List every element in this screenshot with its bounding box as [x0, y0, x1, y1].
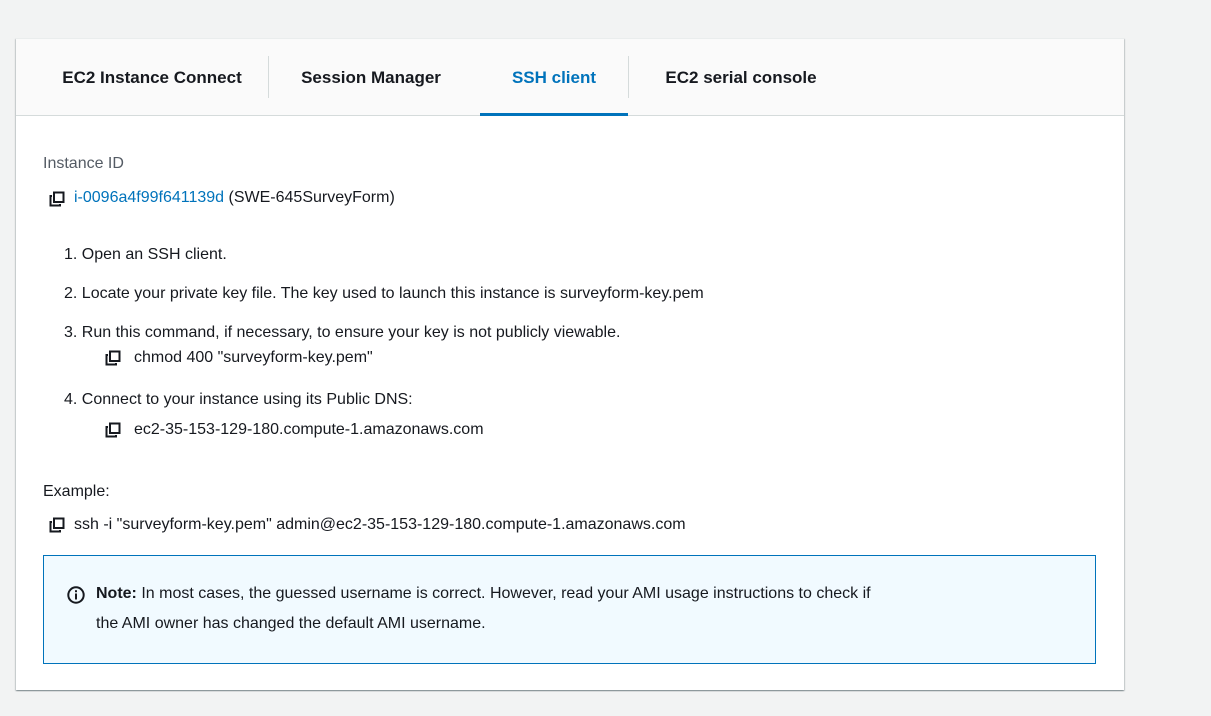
public-dns: ec2-35-153-129-180.compute-1.amazonaws.c… — [134, 421, 484, 438]
ssh-connect-panel: EC2 Instance Connect Session Manager SSH… — [16, 38, 1124, 690]
note-line-1: Note: In most cases, the guessed usernam… — [96, 584, 871, 604]
chmod-command: chmod 400 "surveyform-key.pem" — [134, 349, 373, 366]
info-icon — [67, 586, 85, 604]
tab-ec2-serial-console[interactable]: EC2 serial console — [638, 39, 844, 116]
tab-divider — [268, 56, 269, 98]
note-line-2: the AMI owner has changed the default AM… — [96, 615, 486, 632]
step-3: 3. Run this command, if necessary, to en… — [64, 324, 621, 341]
active-tab-indicator — [480, 113, 628, 116]
tab-bar: EC2 Instance Connect Session Manager SSH… — [16, 39, 1124, 116]
tab-ec2-instance-connect[interactable]: EC2 Instance Connect — [30, 39, 274, 116]
note-alert: Note: In most cases, the guessed usernam… — [43, 555, 1096, 664]
tab-label: EC2 serial console — [665, 67, 817, 87]
instance-id-row: i-0096a4f99f641139d (SWE-645SurveyForm) — [74, 188, 395, 208]
instance-id-label: Instance ID — [43, 155, 124, 172]
tab-session-manager[interactable]: Session Manager — [278, 39, 464, 116]
instance-id-link[interactable]: i-0096a4f99f641139d — [74, 189, 224, 206]
example-label: Example: — [43, 483, 110, 500]
copy-icon[interactable] — [105, 350, 121, 366]
instance-name: (SWE-645SurveyForm) — [228, 189, 395, 206]
tab-divider — [628, 56, 629, 98]
copy-icon[interactable] — [49, 517, 65, 533]
tab-ssh-client[interactable]: SSH client — [480, 39, 628, 116]
step-2: 2. Locate your private key file. The key… — [64, 285, 704, 302]
tab-label: SSH client — [511, 67, 597, 87]
note-bold-label: Note: — [96, 585, 137, 602]
tab-label: EC2 Instance Connect — [62, 67, 242, 87]
step-1: 1. Open an SSH client. — [64, 246, 227, 263]
example-command: ssh -i "surveyform-key.pem" admin@ec2-35… — [74, 516, 686, 533]
tab-label: Session Manager — [301, 67, 441, 87]
note-text: In most cases, the guessed username is c… — [136, 585, 871, 602]
copy-icon[interactable] — [105, 422, 121, 438]
copy-icon[interactable] — [49, 191, 65, 207]
step-4: 4. Connect to your instance using its Pu… — [64, 391, 413, 408]
